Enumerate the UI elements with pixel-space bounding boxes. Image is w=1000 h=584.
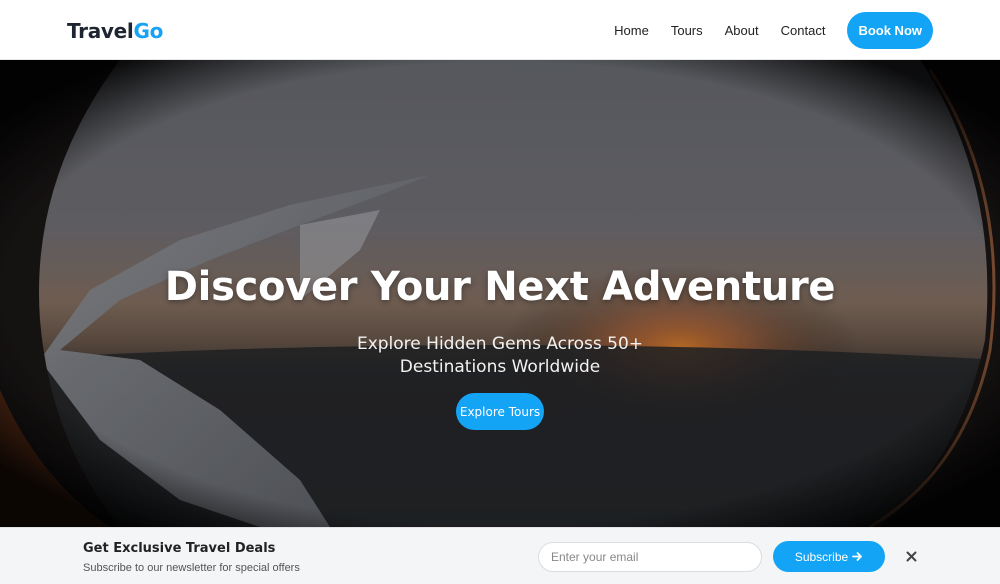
close-newsletter-button[interactable]: [903, 548, 920, 565]
main-nav: Home Tours About Contact Book Now: [614, 11, 933, 49]
close-icon: [906, 551, 917, 562]
subscribe-button[interactable]: Subscribe: [773, 541, 885, 572]
book-now-button[interactable]: Book Now: [847, 11, 933, 49]
site-header: TravelGo Home Tours About Contact Book N…: [0, 0, 1000, 60]
email-input[interactable]: [538, 542, 762, 572]
arrow-right-icon: [852, 552, 863, 561]
logo-text-accent: Go: [133, 19, 164, 43]
nav-link-about[interactable]: About: [725, 23, 759, 38]
newsletter-bar: Get Exclusive Travel Deals Subscribe to …: [0, 527, 1000, 584]
hero-content: Discover Your Next Adventure Explore Hid…: [0, 60, 1000, 527]
nav-link-home[interactable]: Home: [614, 23, 649, 38]
hero-title: Discover Your Next Adventure: [164, 264, 836, 310]
hero-subtitle: Explore Hidden Gems Across 50+ Destinati…: [356, 334, 644, 377]
hero-section: Discover Your Next Adventure Explore Hid…: [0, 60, 1000, 527]
subscribe-label: Subscribe: [794, 549, 849, 564]
newsletter-subtitle: Subscribe to our newsletter for special …: [83, 562, 300, 574]
newsletter-title: Get Exclusive Travel Deals: [83, 541, 276, 556]
nav-link-contact[interactable]: Contact: [781, 23, 826, 38]
nav-link-tours[interactable]: Tours: [671, 23, 703, 38]
site-logo[interactable]: TravelGo: [67, 19, 163, 43]
logo-text-main: Travel: [67, 19, 134, 43]
explore-tours-button[interactable]: Explore Tours: [456, 393, 544, 430]
